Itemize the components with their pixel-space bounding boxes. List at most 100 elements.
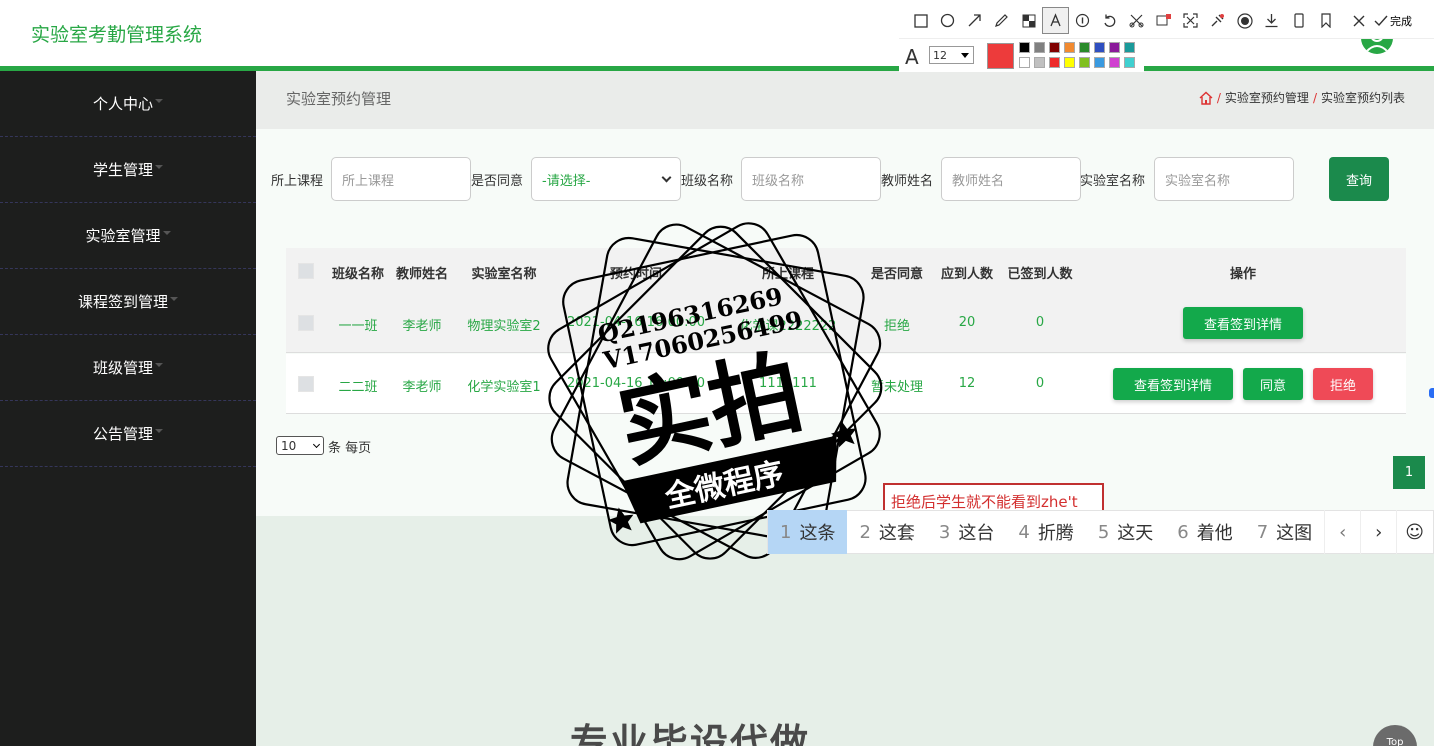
class-input[interactable]: 班级名称 xyxy=(741,157,881,201)
color-swatch[interactable] xyxy=(1109,42,1120,53)
sidebar-item-label: 实验室管理 xyxy=(85,227,161,245)
ellipse-icon[interactable] xyxy=(934,7,961,34)
color-swatch[interactable] xyxy=(1049,42,1060,53)
candidate-text: 着他 xyxy=(1196,523,1233,544)
color-swatch[interactable] xyxy=(1094,57,1105,68)
row-checkbox[interactable] xyxy=(298,376,314,392)
expand-icon[interactable] xyxy=(1177,7,1204,34)
class-placeholder: 班级名称 xyxy=(752,173,805,189)
rectangle-icon[interactable] xyxy=(907,7,934,34)
color-swatch[interactable] xyxy=(1034,42,1045,53)
color-swatch[interactable] xyxy=(1109,57,1120,68)
color-swatch[interactable] xyxy=(1079,42,1090,53)
bookmark-icon[interactable] xyxy=(1312,7,1339,34)
font-size-select[interactable]: 12 xyxy=(929,46,974,64)
number-icon[interactable] xyxy=(1069,7,1096,34)
agree-select[interactable]: -请选择- xyxy=(531,157,681,201)
pencil-icon[interactable] xyxy=(988,7,1015,34)
breadcrumb: / 实验室预约管理 / 实验室预约列表 xyxy=(1199,89,1405,106)
breadcrumb-item[interactable]: 实验室预约管理 xyxy=(1225,89,1309,106)
reject-button[interactable]: 拒绝 xyxy=(1313,368,1373,400)
lab-placeholder: 实验室名称 xyxy=(1165,173,1231,189)
arrow-icon[interactable] xyxy=(961,7,988,34)
caret-down-icon xyxy=(162,230,171,235)
teacher-placeholder: 教师姓名 xyxy=(952,173,1005,189)
cell-signed: 0 xyxy=(1035,376,1045,391)
cell-lab: 化学实验室1 xyxy=(467,380,541,395)
cell-class: 二二班 xyxy=(338,380,378,395)
color-swatch[interactable] xyxy=(1124,57,1135,68)
view-checkin-details-button[interactable]: 查看签到详情 xyxy=(1183,307,1303,339)
color-swatch[interactable] xyxy=(1049,57,1060,68)
row-checkbox[interactable] xyxy=(298,315,314,331)
record-icon[interactable] xyxy=(1231,7,1258,34)
course-input[interactable]: 所上课程 xyxy=(331,157,471,201)
sidebar-item-student-management[interactable]: 学生管理 xyxy=(0,137,256,203)
header-lab: 实验室名称 xyxy=(471,267,537,282)
lab-input[interactable]: 实验室名称 xyxy=(1154,157,1294,201)
sidebar: 个人中心 学生管理 实验室管理 课程签到管理 班级管理 公告管理 xyxy=(0,71,256,746)
done-label: 完成 xyxy=(1390,14,1412,28)
header-class: 班级名称 xyxy=(331,267,385,282)
download-icon[interactable] xyxy=(1258,7,1285,34)
page-size-value: 10 xyxy=(281,438,297,453)
ime-candidate[interactable]: 3 这台 xyxy=(927,510,1006,554)
check-icon xyxy=(1374,15,1388,26)
header-expected: 应到人数 xyxy=(940,267,994,282)
sidebar-item-course-checkin[interactable]: 课程签到管理 xyxy=(0,269,256,335)
caret-down-icon xyxy=(170,296,178,301)
candidate-text: 这图 xyxy=(1276,523,1313,544)
view-checkin-details-button[interactable]: 查看签到详情 xyxy=(1113,368,1233,400)
select-all-checkbox[interactable] xyxy=(298,263,314,279)
color-swatch[interactable] xyxy=(1079,57,1090,68)
color-swatch[interactable] xyxy=(1064,57,1075,68)
sidebar-item-class-management[interactable]: 班级管理 xyxy=(0,335,256,401)
ime-candidate[interactable]: 5 这天 xyxy=(1086,510,1165,554)
home-icon[interactable] xyxy=(1199,91,1213,105)
undo-icon[interactable] xyxy=(1096,7,1123,34)
sidebar-item-notice-management[interactable]: 公告管理 xyxy=(0,401,256,467)
prev-page-icon[interactable]: ‹ xyxy=(1324,510,1360,554)
sidebar-item-personal-center[interactable]: 个人中心 xyxy=(0,71,256,137)
chevron-down-icon xyxy=(312,440,321,448)
color-swatch[interactable] xyxy=(1019,42,1030,53)
page-title: 实验室预约管理 xyxy=(286,90,392,108)
page-number-button[interactable]: 1 xyxy=(1393,456,1425,489)
candidate-text: 这台 xyxy=(958,523,995,544)
page-size-select[interactable]: 10 xyxy=(276,436,324,455)
pin-icon[interactable] xyxy=(1204,7,1231,34)
ime-candidate[interactable]: 6 着他 xyxy=(1165,510,1244,554)
approve-button[interactable]: 同意 xyxy=(1243,368,1303,400)
ocr-icon[interactable] xyxy=(1150,7,1177,34)
query-button[interactable]: 查询 xyxy=(1329,157,1389,201)
cut-icon[interactable] xyxy=(1123,7,1150,34)
breadcrumb-separator: / xyxy=(1216,90,1221,105)
color-swatch[interactable] xyxy=(1094,42,1105,53)
mosaic-icon[interactable] xyxy=(1015,7,1042,34)
phone-icon[interactable] xyxy=(1285,7,1312,34)
emoji-icon[interactable]: ☺ xyxy=(1396,510,1432,554)
font-size-value: 12 xyxy=(933,48,947,62)
ime-candidate[interactable]: 4 折腾 xyxy=(1006,510,1085,554)
ime-candidate[interactable]: 1 这条 xyxy=(768,510,848,554)
caret-down-icon xyxy=(961,52,969,58)
candidate-number: 1 xyxy=(780,521,792,543)
color-swatch[interactable] xyxy=(1124,42,1135,53)
cell-teacher: 李老师 xyxy=(402,319,442,334)
breadcrumb-item: 实验室预约列表 xyxy=(1320,91,1405,105)
next-page-icon[interactable]: › xyxy=(1360,510,1396,554)
color-swatch[interactable] xyxy=(1019,57,1030,68)
done-button[interactable]: 完成 xyxy=(1374,13,1412,29)
color-swatch[interactable] xyxy=(1034,57,1045,68)
ime-candidate[interactable]: 2 这套 xyxy=(847,510,926,554)
app-title: 实验室考勤管理系统 xyxy=(31,24,203,46)
current-color-swatch[interactable] xyxy=(987,43,1014,69)
color-swatch[interactable] xyxy=(1064,42,1075,53)
sidebar-item-lab-management[interactable]: 实验室管理 xyxy=(0,203,256,269)
ime-candidate[interactable]: 7 这图 xyxy=(1245,510,1324,554)
text-icon[interactable] xyxy=(1042,7,1069,34)
caret-down-icon xyxy=(155,98,163,103)
close-icon[interactable] xyxy=(1345,7,1372,34)
teacher-input[interactable]: 教师姓名 xyxy=(941,157,1081,201)
cell-signed: 0 xyxy=(1035,315,1045,330)
